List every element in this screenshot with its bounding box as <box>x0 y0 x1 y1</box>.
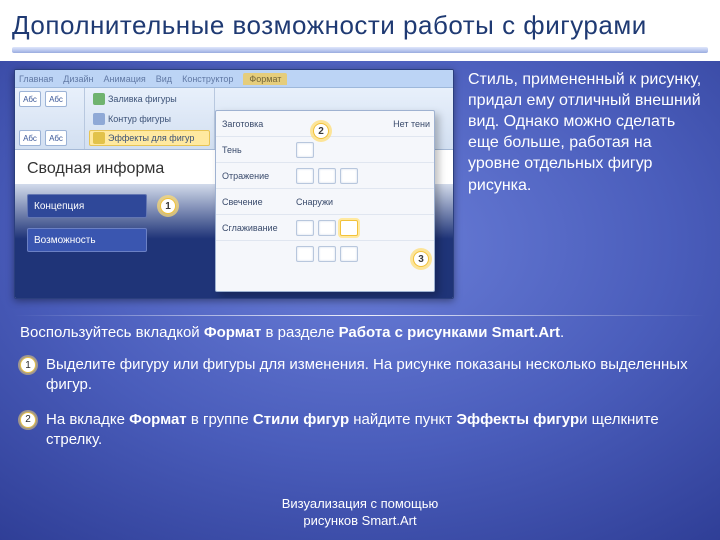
tab: Конструктор <box>182 74 233 84</box>
step-2: 2 На вкладке Формат в группе Стили фигур… <box>20 410 700 451</box>
callout-2: 2 <box>313 123 329 139</box>
footer: Визуализация с помощьюрисунков Smart.Art <box>0 496 720 530</box>
pencil-icon <box>93 113 105 125</box>
instructions: Воспользуйтесь вкладкой Формат в разделе… <box>0 324 720 450</box>
tab: Дизайн <box>63 74 93 84</box>
lead-text: Воспользуйтесь вкладкой Формат в разделе… <box>20 324 700 341</box>
effect-thumb[interactable] <box>340 246 358 262</box>
bucket-icon <box>93 93 105 105</box>
style-thumb: Абс <box>19 130 41 146</box>
divider <box>14 315 706 316</box>
smartart-shape: Концепция <box>27 194 147 218</box>
shape-effects-button[interactable]: Эффекты для фигур <box>89 130 210 146</box>
step-1: 1 Выделите фигуру или фигуры для изменен… <box>20 355 700 396</box>
style-thumb: Абс <box>45 130 67 146</box>
callout-3: 3 <box>413 251 429 267</box>
tab: Главная <box>19 74 53 84</box>
effect-thumb[interactable] <box>296 246 314 262</box>
dd-item[interactable]: Тень <box>222 145 292 155</box>
effect-thumb[interactable] <box>340 168 358 184</box>
callout-1: 1 <box>160 198 176 214</box>
dd-item[interactable]: Сглаживание <box>222 223 292 233</box>
step-bullet: 1 <box>20 357 36 373</box>
ribbon-tabs: Главная Дизайн Анимация Вид Конструктор … <box>15 70 453 88</box>
effect-thumb[interactable] <box>318 168 336 184</box>
shape-outline-button[interactable]: Контур фигуры <box>89 111 210 127</box>
effect-thumb[interactable] <box>296 220 314 236</box>
effect-thumb[interactable] <box>318 220 336 236</box>
style-thumb: Абс <box>45 91 67 107</box>
intro-paragraph: Стиль, примененный к рисунку, придал ему… <box>468 69 706 196</box>
dd-item[interactable]: Заготовка <box>222 119 292 129</box>
step-text: На вкладке Формат в группе Стили фигур н… <box>46 410 700 451</box>
effects-icon <box>93 132 105 144</box>
shape-fill-button[interactable]: Заливка фигуры <box>89 91 210 107</box>
dd-item[interactable]: Свечение <box>222 197 292 207</box>
effect-thumb[interactable] <box>296 142 314 158</box>
tab: Анимация <box>104 74 146 84</box>
effect-thumb[interactable] <box>296 168 314 184</box>
effect-thumb[interactable] <box>340 220 358 236</box>
dd-item[interactable]: Отражение <box>222 171 292 181</box>
tab: Вид <box>156 74 172 84</box>
style-thumb: Абс <box>19 91 41 107</box>
page-title: Дополнительные возможности работы с фигу… <box>0 0 720 61</box>
tab-active: Формат <box>243 73 287 85</box>
smartart-shape: Возможность <box>27 228 147 252</box>
dd-header: Снаружи <box>296 197 430 207</box>
effect-thumb[interactable] <box>318 246 336 262</box>
step-text: Выделите фигуру или фигуры для изменения… <box>46 355 700 396</box>
screenshot-panel: Главная Дизайн Анимация Вид Конструктор … <box>14 69 454 299</box>
step-bullet: 2 <box>20 412 36 428</box>
